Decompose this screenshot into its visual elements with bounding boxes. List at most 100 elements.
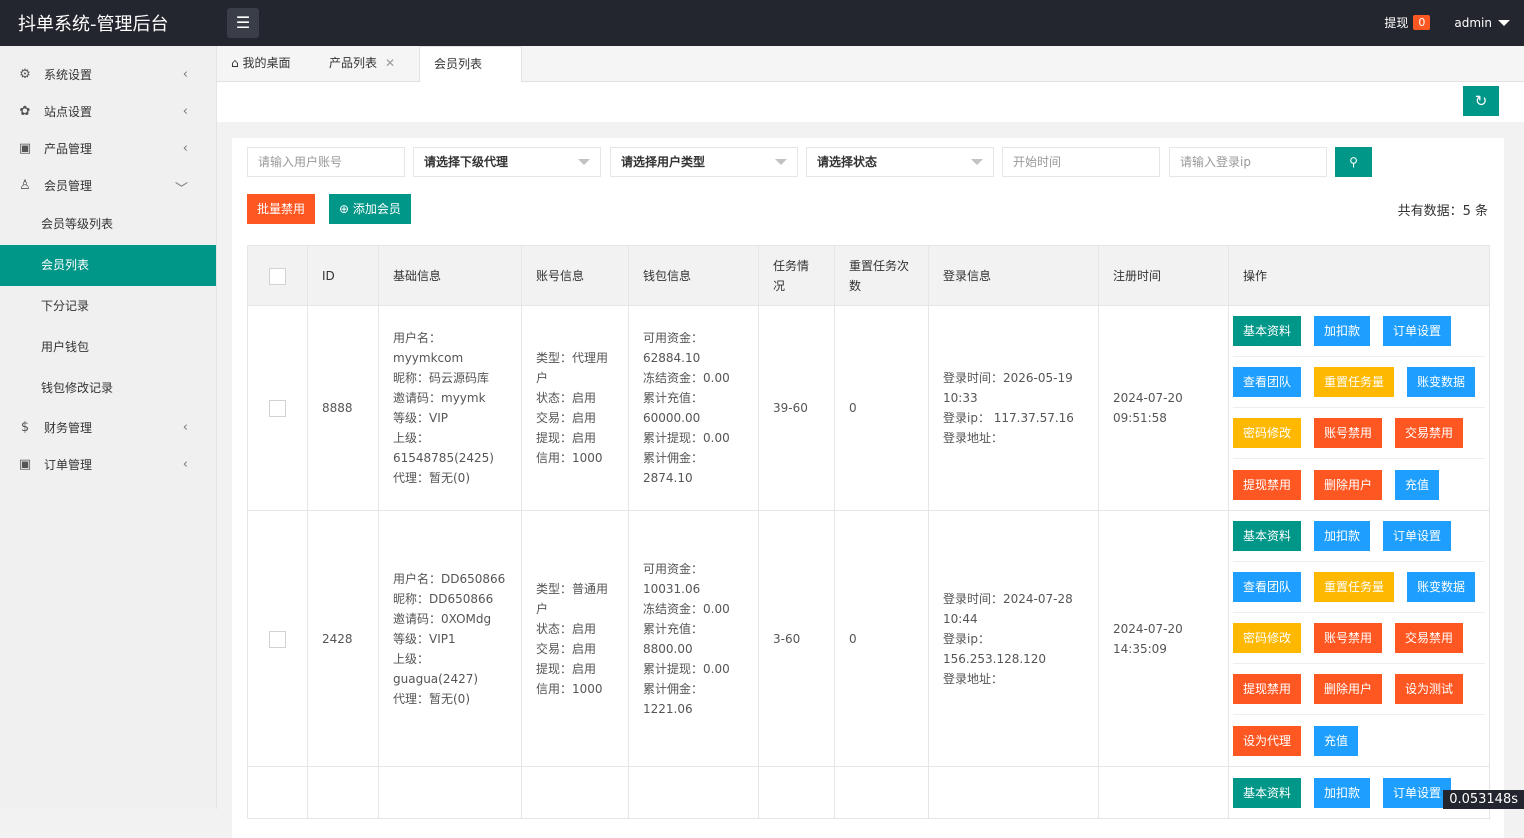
action-row: 提现禁用删除用户设为测试 [1233, 664, 1485, 715]
sidebar-item-after-0[interactable]: $财务管理‹ [0, 409, 216, 446]
table-header-row: ID 基础信息 账号信息 钱包信息 任务情况 重置任务次数 登录信息 注册时间 … [248, 246, 1490, 306]
action-button[interactable]: 重置任务量 [1314, 367, 1394, 397]
action-row: 密码修改账号禁用交易禁用 [1233, 613, 1485, 664]
basic-line: 昵称：DD650866 [393, 589, 507, 609]
cell-register [1099, 767, 1229, 819]
login-line: 登录地址： [943, 428, 1084, 448]
action-row: 提现禁用删除用户充值 [1233, 459, 1485, 510]
add-member-button[interactable]: ⊕ 添加会员 [329, 194, 411, 224]
action-button[interactable]: 提现禁用 [1233, 470, 1301, 500]
user-type-select[interactable]: 请选择用户类型 [610, 147, 798, 177]
sidebar-subitem-1[interactable]: 会员列表 [0, 245, 216, 286]
action-button[interactable]: 加扣款 [1314, 521, 1370, 551]
sidebar-subitem-4[interactable]: 钱包修改记录 [0, 368, 216, 409]
cell-id: 8888 [308, 306, 379, 511]
member-table: ID 基础信息 账号信息 钱包信息 任务情况 重置任务次数 登录信息 注册时间 … [247, 245, 1490, 819]
sidebar-subitem-2[interactable]: 下分记录 [0, 286, 216, 327]
col-account: 账号信息 [522, 246, 629, 306]
cell-basic [379, 767, 522, 819]
cell-task [759, 767, 835, 819]
action-button[interactable]: 密码修改 [1233, 623, 1301, 653]
sidebar-subitem-0[interactable]: 会员等级列表 [0, 204, 216, 245]
col-register: 注册时间 [1099, 246, 1229, 306]
status-select[interactable]: 请选择状态 [806, 147, 994, 177]
cell-wallet: 可用资金：10031.06冻结资金：0.00累计充值：8800.00累计提现：0… [629, 511, 759, 767]
tab-product-list[interactable]: 产品列表✕ [315, 46, 409, 82]
action-button[interactable]: 订单设置 [1383, 778, 1451, 808]
action-button[interactable]: 密码修改 [1233, 418, 1301, 448]
action-button[interactable]: 交易禁用 [1395, 418, 1463, 448]
chevron-left-icon: ‹ [183, 141, 188, 156]
cell-task: 3-60 [759, 511, 835, 767]
sidebar-item-1[interactable]: ✿站点设置‹ [0, 93, 216, 130]
home-icon: ⌂ [231, 56, 239, 70]
select-all-checkbox[interactable] [269, 268, 286, 285]
sidebar-item-3[interactable]: ♙会员管理﹀ [0, 167, 216, 204]
action-button[interactable]: 查看团队 [1233, 572, 1301, 602]
action-row: 查看团队重置任务量账变数据 [1233, 562, 1485, 613]
close-icon[interactable]: ✕ [385, 56, 395, 70]
caret-down-icon[interactable] [1498, 20, 1510, 26]
action-button[interactable]: 设为测试 [1395, 674, 1463, 704]
cell-reset: 0 [835, 306, 929, 511]
withdraw-count-badge: 0 [1413, 15, 1430, 30]
basic-line: 代理：暂无(0) [393, 689, 507, 709]
refresh-button[interactable]: ↻ [1463, 86, 1499, 116]
tab-member-list[interactable]: 会员列表 [419, 46, 522, 82]
sidebar-item-2[interactable]: ▣产品管理‹ [0, 130, 216, 167]
action-button[interactable]: 加扣款 [1314, 778, 1370, 808]
chevron-down-icon [971, 159, 983, 165]
batch-disable-button[interactable]: 批量禁用 [247, 194, 315, 224]
action-button[interactable]: 基本资料 [1233, 316, 1301, 346]
wallet-line: 可用资金：10031.06 [643, 559, 744, 599]
account-line: 状态：启用 [536, 619, 614, 639]
col-actions: 操作 [1229, 246, 1490, 306]
sidebar-item-after-1[interactable]: ▣订单管理‹ [0, 446, 216, 483]
action-row: 查看团队重置任务量账变数据 [1233, 357, 1485, 408]
action-button[interactable]: 加扣款 [1314, 316, 1370, 346]
admin-user-menu[interactable]: admin [1454, 16, 1492, 30]
action-button[interactable]: 账号禁用 [1314, 623, 1382, 653]
action-button[interactable]: 订单设置 [1383, 521, 1451, 551]
action-button[interactable]: 基本资料 [1233, 521, 1301, 551]
action-button[interactable]: 基本资料 [1233, 778, 1301, 808]
action-button[interactable]: 删除用户 [1314, 470, 1382, 500]
action-button[interactable]: 重置任务量 [1314, 572, 1394, 602]
login-ip-input[interactable]: 请输入登录ip [1169, 147, 1327, 177]
withdraw-link[interactable]: 提现 [1384, 14, 1408, 31]
action-button[interactable]: 交易禁用 [1395, 623, 1463, 653]
action-button[interactable]: 账变数据 [1407, 367, 1475, 397]
user-icon: ♙ [16, 178, 34, 193]
action-button[interactable]: 设为代理 [1233, 726, 1301, 756]
cube-icon: ▣ [16, 141, 34, 156]
sidebar-item-0[interactable]: ⚙系统设置‹ [0, 56, 216, 93]
col-basic: 基础信息 [379, 246, 522, 306]
tab-desktop[interactable]: ⌂ 我的桌面 [217, 46, 304, 82]
cell-actions: 基本资料加扣款订单设置查看团队重置任务量账变数据密码修改账号禁用交易禁用提现禁用… [1229, 306, 1490, 511]
start-time-input[interactable]: 开始时间 [1002, 147, 1160, 177]
account-input[interactable]: 请输入用户账号 [247, 147, 405, 177]
wallet-line: 可用资金：62884.10 [643, 328, 744, 368]
account-line: 交易：启用 [536, 408, 614, 428]
login-line: 登录地址： [943, 669, 1084, 689]
dollar-icon: $ [16, 420, 34, 435]
action-button[interactable]: 查看团队 [1233, 367, 1301, 397]
action-button[interactable]: 订单设置 [1383, 316, 1451, 346]
action-button[interactable]: 提现禁用 [1233, 674, 1301, 704]
action-button[interactable]: 账变数据 [1407, 572, 1475, 602]
action-button[interactable]: 充值 [1395, 470, 1439, 500]
row-checkbox[interactable] [269, 631, 286, 648]
menu-toggle-button[interactable]: ☰ [227, 8, 259, 38]
search-button[interactable]: ⚲ [1335, 147, 1372, 177]
basic-line: 用户名：myymkcom [393, 328, 507, 368]
action-button[interactable]: 账号禁用 [1314, 418, 1382, 448]
action-button[interactable]: 充值 [1314, 726, 1358, 756]
sidebar-subitem-3[interactable]: 用户钱包 [0, 327, 216, 368]
app-title: 抖单系统-管理后台 [18, 10, 169, 36]
agent-select[interactable]: 请选择下级代理 [413, 147, 601, 177]
chevron-left-icon: ‹ [183, 457, 188, 472]
cube-icon: ▣ [16, 457, 34, 472]
login-line: 登录时间：2024-07-28 10:44 [943, 589, 1084, 629]
action-button[interactable]: 删除用户 [1314, 674, 1382, 704]
row-checkbox[interactable] [269, 400, 286, 417]
